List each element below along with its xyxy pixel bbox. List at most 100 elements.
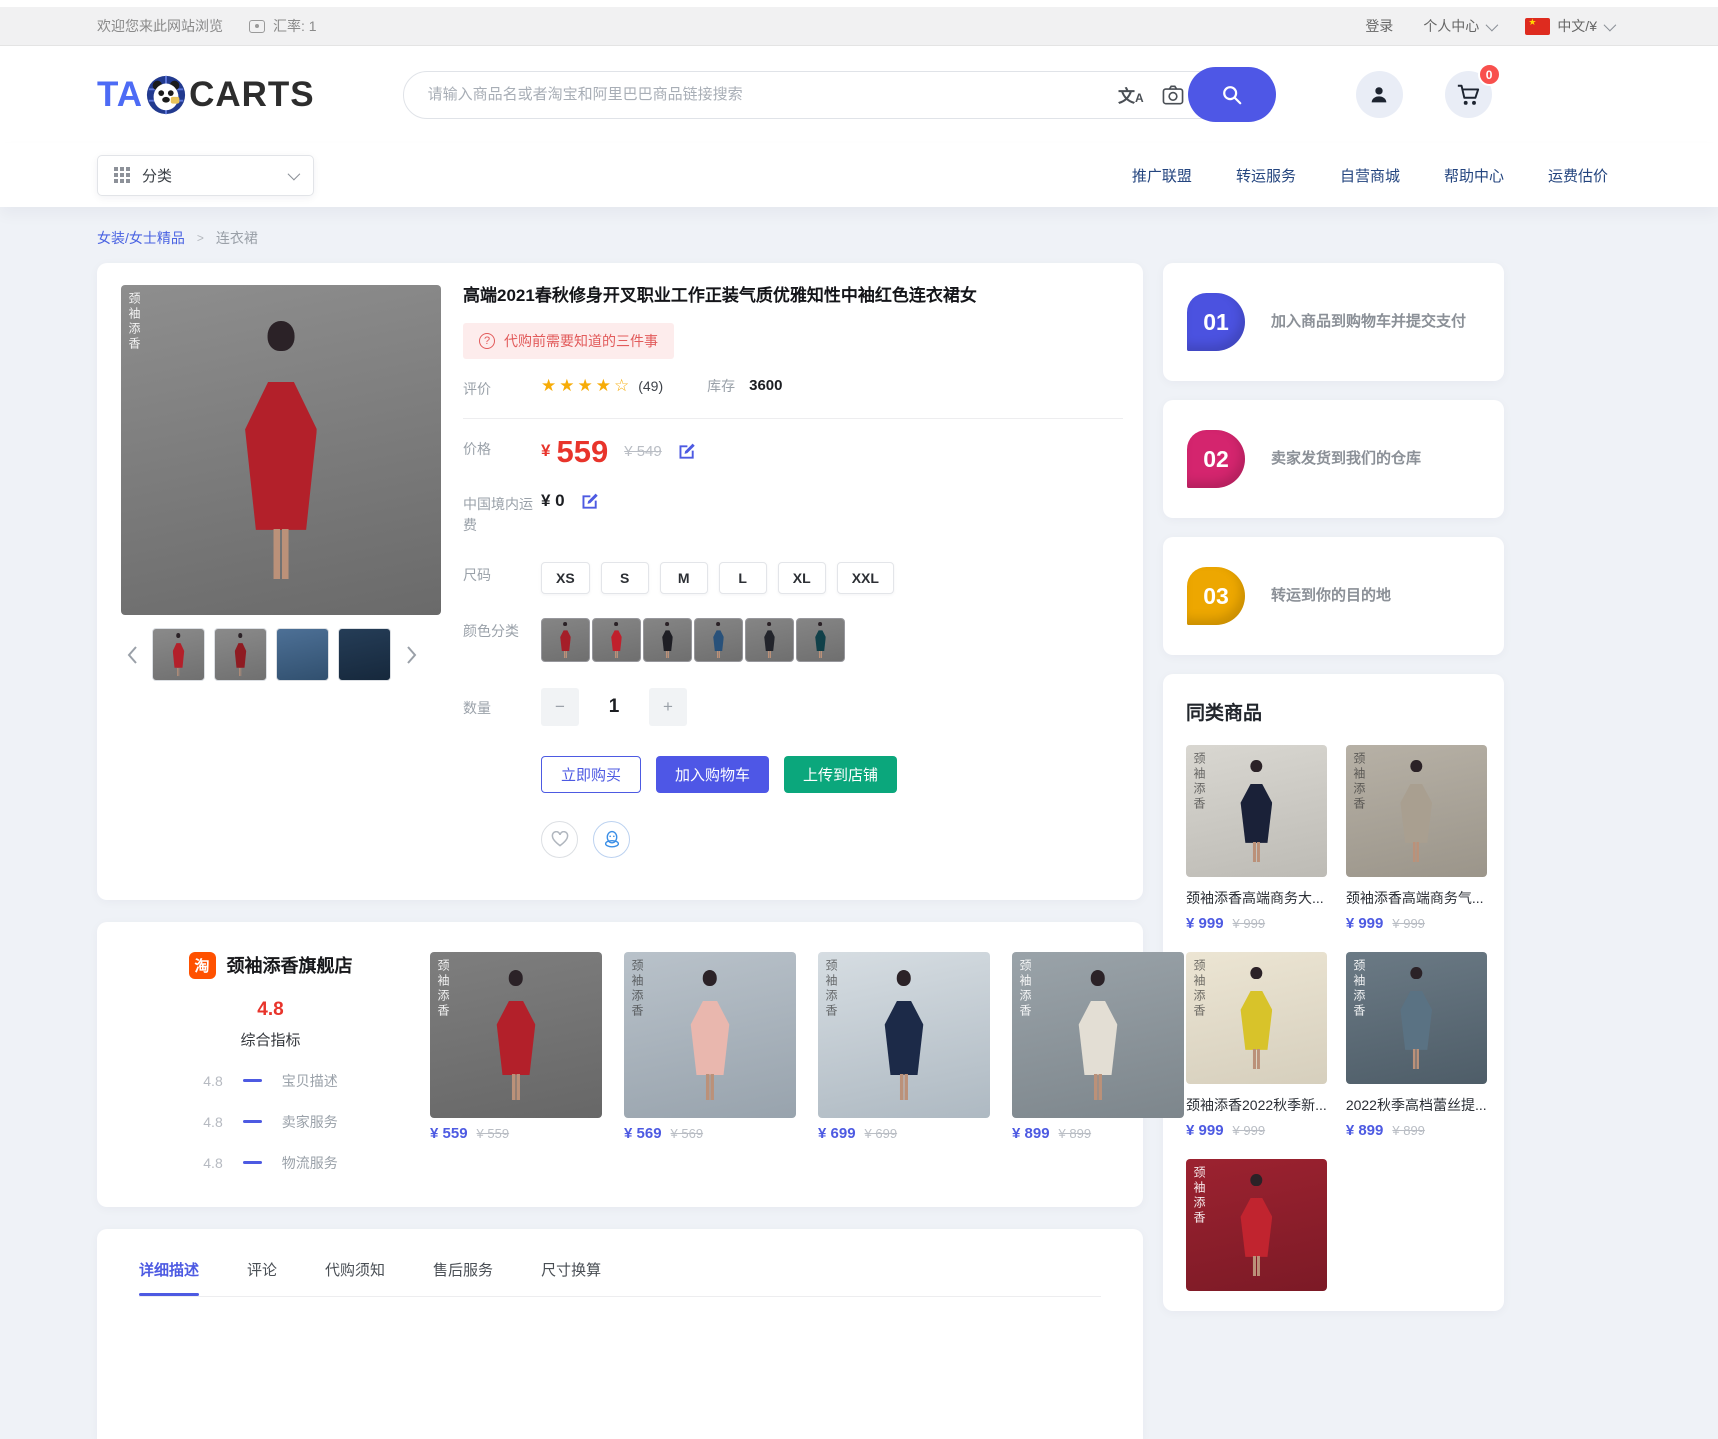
similar-product-card[interactable]: 颈袖添香 — [1186, 1159, 1327, 1291]
shop-item-old-price: ¥ 559 — [476, 1125, 510, 1141]
tab-size-conversion[interactable]: 尺寸换算 — [541, 1259, 601, 1296]
user-account-button[interactable] — [1355, 71, 1403, 118]
metric-label: 卖家服务 — [281, 1113, 338, 1130]
camera-search-icon[interactable] — [1162, 85, 1184, 105]
shop-item-price: ¥ 569 — [624, 1124, 662, 1142]
site-logo[interactable]: TA CARTS — [97, 74, 315, 116]
product-gallery: 颈袖添香 — [121, 285, 441, 858]
shop-score-label: 综合指标 — [240, 1031, 301, 1049]
cart-button[interactable]: 0 — [1444, 63, 1501, 118]
size-option-s[interactable]: S — [600, 561, 649, 594]
similar-product-card[interactable]: 颈袖添香 2022秋季高档蕾丝提... ¥ 899 ¥ 899 — [1345, 952, 1487, 1139]
metric-dash — [242, 1161, 262, 1165]
gallery-next-button[interactable] — [400, 638, 422, 672]
category-dropdown[interactable]: 分类 — [97, 154, 314, 196]
shop-product-card[interactable]: 颈袖添香 ¥ 699 ¥ 699 — [818, 951, 990, 1173]
breadcrumb-parent[interactable]: 女装/女士精品 — [97, 228, 185, 248]
edit-price-button[interactable] — [676, 441, 697, 462]
quantity-increase-button[interactable]: + — [649, 687, 687, 726]
purchase-notice-banner[interactable]: ? 代购前需要知道的三件事 — [463, 322, 674, 359]
nav-link-help-center[interactable]: 帮助中心 — [1444, 165, 1504, 186]
logo-text-right: CARTS — [189, 74, 315, 114]
metric-dash — [242, 1120, 262, 1124]
exchange-rate-text: 汇率: 1 — [273, 18, 317, 34]
quantity-value: 1 — [608, 695, 620, 717]
grid-icon — [114, 167, 130, 183]
gallery-thumbnail[interactable] — [214, 628, 267, 681]
exchange-rate: 汇率: 1 — [249, 16, 317, 36]
nav-link-affiliate[interactable]: 推广联盟 — [1132, 165, 1192, 186]
search-icon — [1222, 85, 1241, 104]
breadcrumb: 女装/女士精品 > 连衣裙 — [0, 228, 1718, 248]
size-option-xs[interactable]: XS — [541, 561, 590, 594]
tab-purchase-notes[interactable]: 代购须知 — [325, 1259, 385, 1296]
nav-link-self-mall[interactable]: 自营商城 — [1340, 165, 1400, 186]
quantity-label: 数量 — [463, 699, 491, 716]
tab-detail-description[interactable]: 详细描述 — [139, 1259, 200, 1296]
price-currency: ¥ — [541, 441, 551, 461]
shop-metric-row: 4.8 卖家服务 — [123, 1112, 418, 1132]
similar-product-card[interactable]: 颈袖添香 颈袖添香高端商务气... ¥ 999 ¥ 999 — [1345, 745, 1487, 932]
brand-watermark: 颈袖添香 — [1192, 1166, 1206, 1226]
model-illustration — [227, 321, 336, 585]
how-it-works-step-2: 02 卖家发货到我们的仓库 — [1163, 400, 1504, 518]
similar-product-old-price: ¥ 999 — [1232, 1123, 1266, 1138]
step-number-badge: 02 — [1187, 430, 1245, 488]
similar-product-image: 颈袖添香 — [1345, 952, 1487, 1084]
color-swatch[interactable] — [541, 617, 590, 662]
language-label: 中文/¥ — [1557, 18, 1597, 34]
edit-shipping-button[interactable] — [579, 491, 600, 512]
edit-icon — [582, 493, 598, 509]
account-menu-label: 个人中心 — [1423, 18, 1480, 34]
breadcrumb-current: 连衣裙 — [215, 230, 258, 246]
favorite-button[interactable] — [541, 820, 578, 858]
logo-text-left: TA — [97, 74, 144, 114]
add-to-cart-button[interactable]: 加入购物车 — [656, 755, 770, 793]
shop-product-card[interactable]: 颈袖添香 ¥ 559 ¥ 559 — [430, 951, 602, 1173]
gallery-thumbnail[interactable] — [152, 628, 205, 681]
color-swatch[interactable] — [745, 617, 794, 662]
similar-product-name: 颈袖添香高端商务大... — [1186, 890, 1324, 906]
similar-product-price: ¥ 999 — [1345, 915, 1384, 932]
color-swatch[interactable] — [796, 617, 845, 662]
nav-link-forwarding[interactable]: 转运服务 — [1236, 165, 1296, 186]
search-button[interactable] — [1187, 67, 1276, 122]
shop-product-image: 颈袖添香 — [818, 951, 990, 1118]
product-main-image[interactable]: 颈袖添香 — [121, 285, 441, 615]
qq-contact-button[interactable] — [593, 820, 630, 858]
language-currency-selector[interactable]: 中文/¥ — [1525, 16, 1617, 36]
upload-to-shop-button[interactable]: 上传到店铺 — [784, 755, 898, 793]
size-option-m[interactable]: M — [659, 561, 708, 594]
size-option-l[interactable]: L — [718, 561, 767, 594]
rating-count: (49) — [638, 377, 664, 394]
color-swatch[interactable] — [643, 617, 692, 662]
account-menu[interactable]: 个人中心 — [1423, 16, 1499, 36]
tab-after-sales[interactable]: 售后服务 — [433, 1259, 493, 1296]
shop-item-price: ¥ 699 — [818, 1124, 856, 1142]
panda-globe-icon — [146, 75, 186, 114]
size-option-xxl[interactable]: XXL — [836, 561, 894, 594]
tab-reviews[interactable]: 评论 — [247, 1259, 277, 1296]
similar-products-title: 同类商品 — [1186, 703, 1263, 724]
translate-icon[interactable]: 文A — [1118, 82, 1144, 107]
step-text: 转运到你的目的地 — [1271, 586, 1392, 604]
buy-now-button[interactable]: 立即购买 — [541, 755, 642, 793]
nav-link-shipping-estimate[interactable]: 运费估价 — [1548, 165, 1608, 186]
breadcrumb-separator: > — [196, 231, 204, 245]
metric-value: 4.8 — [203, 1113, 223, 1130]
color-swatch[interactable] — [592, 617, 641, 662]
gallery-thumbnail-fabric[interactable] — [276, 628, 329, 681]
shop-product-card[interactable]: 颈袖添香 ¥ 569 ¥ 569 — [624, 951, 796, 1173]
chevron-down-icon — [1603, 18, 1617, 31]
shop-name[interactable]: 颈袖添香旗舰店 — [227, 952, 353, 978]
gallery-prev-button[interactable] — [121, 638, 143, 672]
shop-product-card[interactable]: 颈袖添香 ¥ 899 ¥ 899 — [1012, 951, 1184, 1173]
login-link[interactable]: 登录 — [1365, 16, 1393, 36]
similar-product-card[interactable]: 颈袖添香 颈袖添香高端商务大... ¥ 999 ¥ 999 — [1186, 745, 1327, 932]
similar-product-card[interactable]: 颈袖添香 颈袖添香2022秋季新... ¥ 999 ¥ 999 — [1186, 952, 1327, 1139]
color-swatch[interactable] — [694, 617, 743, 662]
gallery-thumbnail-fabric[interactable] — [338, 628, 391, 681]
search-bar: 文A — [402, 67, 1276, 122]
quantity-decrease-button[interactable]: − — [541, 687, 579, 726]
size-option-xl[interactable]: XL — [777, 561, 826, 594]
